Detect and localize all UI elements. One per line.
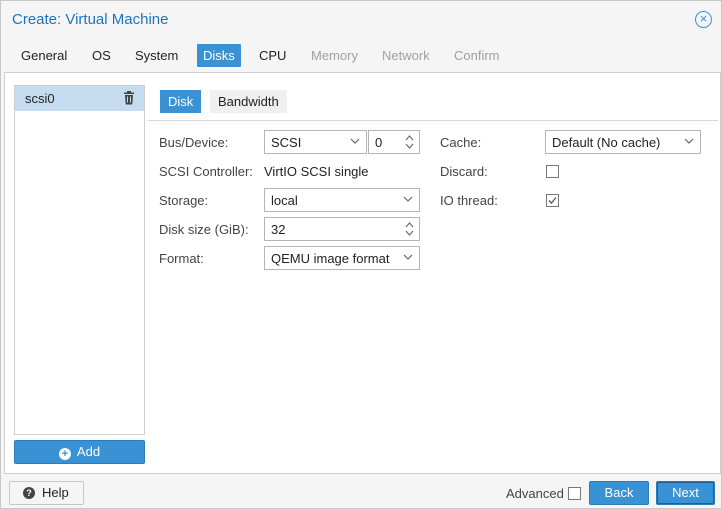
tab-confirm: Confirm [454,48,500,63]
disk-size-stepper[interactable]: 32 [264,217,420,241]
help-button[interactable]: ? Help [9,481,84,505]
io-thread-label: IO thread: [440,193,498,208]
advanced-checkbox[interactable] [568,487,581,500]
bus-select-value: SCSI [271,135,302,150]
bus-select[interactable]: SCSI [264,130,367,154]
title-bar: Create: Virtual Machine × [1,1,722,39]
dialog-title: Create: Virtual Machine [12,11,169,28]
help-button-label: Help [42,485,69,500]
device-number-value: 0 [375,135,383,150]
chevron-down-icon [350,138,360,144]
tab-disks[interactable]: Disks [197,44,241,67]
chevron-down-icon [684,138,694,144]
cache-select-value: Default (No cache) [552,135,661,150]
add-disk-button[interactable]: + Add [14,440,145,464]
question-icon: ? [23,487,35,499]
disk-list-item[interactable]: scsi0 [15,86,144,111]
storage-select-value: local [271,193,298,208]
tab-general[interactable]: General [15,44,73,67]
subtab-bandwidth[interactable]: Bandwidth [210,90,287,113]
io-thread-checkbox[interactable] [546,194,559,207]
spinner-icon[interactable] [405,220,414,238]
discard-label: Discard: [440,164,488,179]
advanced-label: Advanced [506,486,564,501]
storage-label: Storage: [159,193,209,208]
wizard-tabs: General OS System Disks CPU Memory Netwo… [1,41,722,71]
close-icon[interactable]: × [695,11,712,28]
plus-circle-icon: + [58,448,71,460]
spinner-icon[interactable] [405,133,414,151]
add-button-label: Add [76,444,101,459]
chevron-down-icon [403,196,413,202]
tab-memory: Memory [311,48,358,63]
disk-list: scsi0 [14,85,145,435]
scsi-controller-label: SCSI Controller: [159,164,253,179]
device-number-stepper[interactable]: 0 [368,130,420,154]
next-button[interactable]: Next [656,481,715,505]
tab-system[interactable]: System [129,44,184,67]
tab-network: Network [382,48,430,63]
disk-size-label: Disk size (GiB): [159,222,249,237]
chevron-down-icon [403,254,413,260]
trash-icon[interactable] [123,91,135,105]
back-button[interactable]: Back [589,481,649,505]
cache-label: Cache: [440,135,482,150]
disks-panel: scsi0 + Add Disk Bandwidth Bus/Device: SC… [4,72,721,474]
create-vm-dialog: Create: Virtual Machine × General OS Sys… [0,0,722,509]
tab-cpu[interactable]: CPU [253,44,292,67]
format-label: Format: [159,251,204,266]
format-select[interactable]: QEMU image format [264,246,420,270]
check-icon [548,197,557,204]
bus-device-label: Bus/Device: [159,135,229,150]
storage-select[interactable]: local [264,188,420,212]
disk-size-value: 32 [271,222,286,237]
format-select-value: QEMU image format [271,251,390,266]
footer-bar: ? Help Advanced Back Next [1,475,722,509]
subtab-disk[interactable]: Disk [160,90,202,113]
disk-item-label: scsi0 [25,91,55,106]
discard-checkbox[interactable] [546,165,559,178]
cache-select[interactable]: Default (No cache) [545,130,701,154]
tab-os[interactable]: OS [86,44,117,67]
scsi-controller-value: VirtIO SCSI single [264,164,369,179]
